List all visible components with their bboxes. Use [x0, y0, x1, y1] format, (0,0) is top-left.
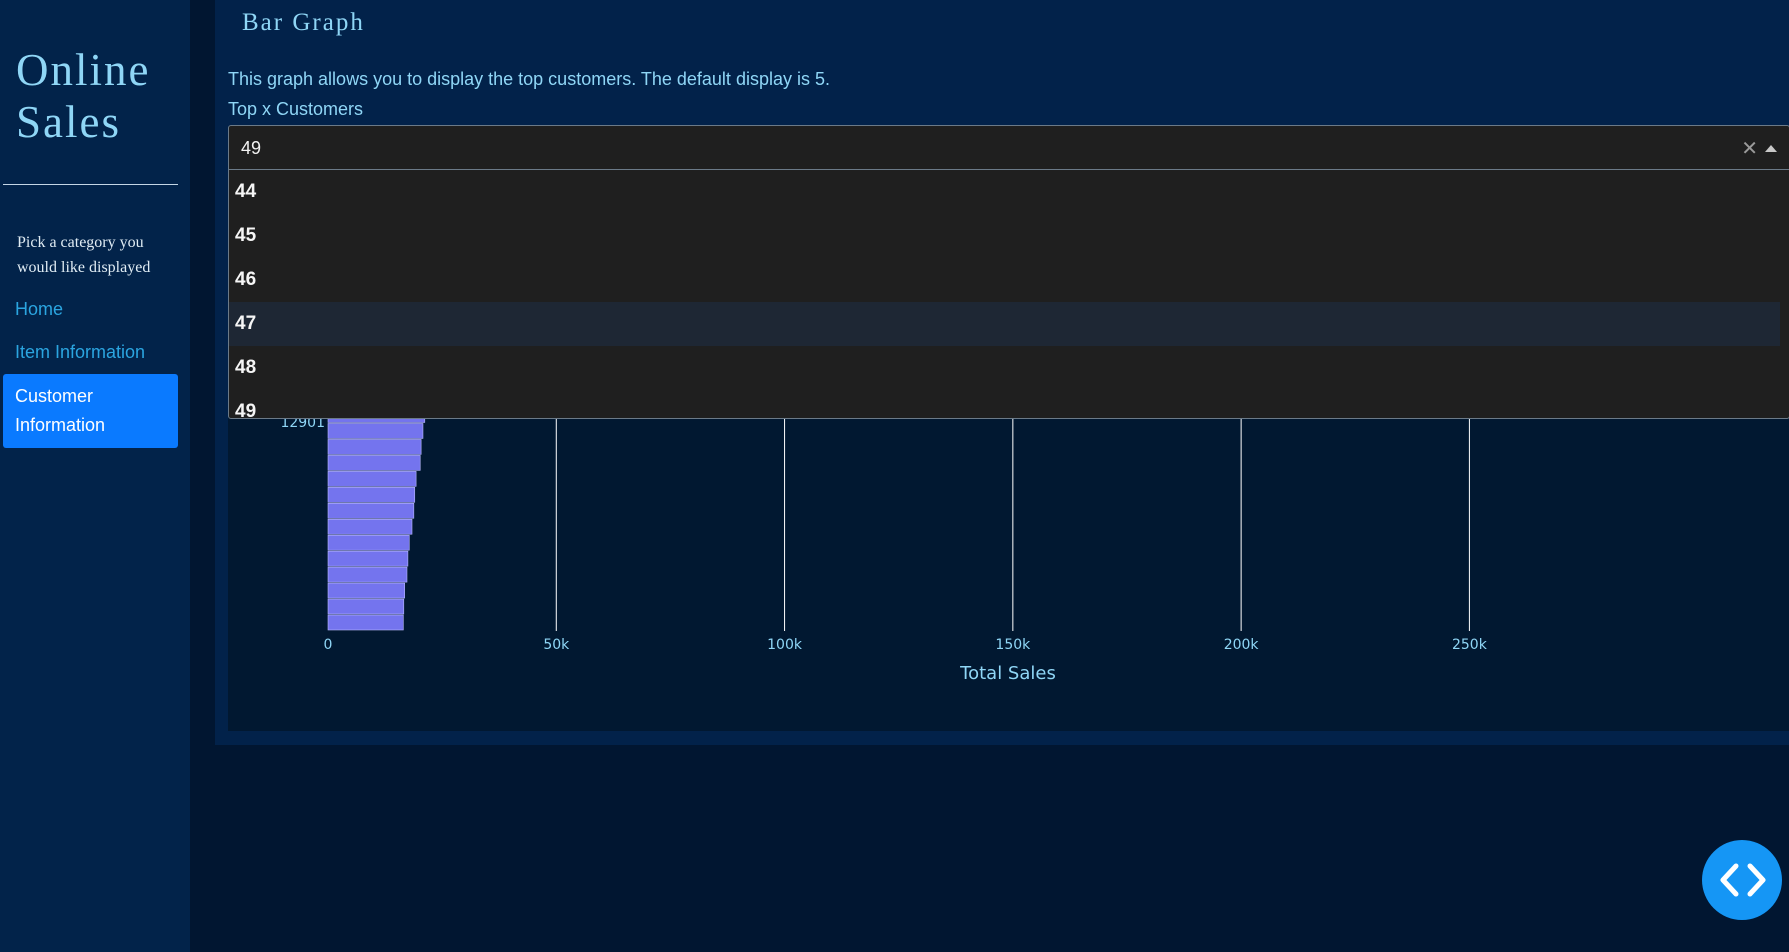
bar: [327, 471, 417, 487]
x-tick-label: 150k: [995, 637, 1031, 653]
dropdown-selected-value[interactable]: 49: [241, 138, 261, 159]
bar: [327, 614, 404, 631]
dropdown-option[interactable]: 49: [229, 390, 1780, 417]
clear-icon[interactable]: ✕: [1741, 136, 1758, 161]
bar: [327, 598, 405, 615]
bar: [327, 439, 422, 455]
bar: [327, 502, 415, 519]
x-tick-label: 50k: [543, 637, 570, 653]
nav-item-home[interactable]: Home: [3, 295, 178, 324]
dropdown-arrow-up-icon[interactable]: [1765, 145, 1777, 152]
dropdown-option[interactable]: 46: [229, 258, 1780, 302]
x-axis-title: Total Sales: [959, 663, 1056, 684]
sidebar-prompt: Pick a category you would like displayed: [17, 234, 151, 276]
dropdown-option[interactable]: 47: [229, 302, 1780, 346]
nav-item-customer-information[interactable]: Customer Information: [3, 374, 178, 448]
bar: [327, 518, 413, 535]
bar: [327, 455, 421, 471]
bar: [327, 423, 424, 439]
app-title: Online Sales: [16, 45, 151, 147]
bar: [327, 566, 408, 583]
x-tick-label: 0: [324, 637, 333, 653]
x-tick-label: 250k: [1452, 637, 1488, 653]
dropdown-menu: 44 45 46 47 48 49: [229, 170, 1789, 417]
bar: [327, 582, 406, 599]
graph-heading: Bar Graph: [242, 9, 365, 36]
dropdown-option[interactable]: 48: [229, 346, 1780, 390]
bar: [327, 550, 409, 567]
dropdown-option[interactable]: 44: [229, 170, 1780, 214]
dropdown-label: Top x Customers: [228, 99, 364, 119]
dropdown-control[interactable]: 49 ✕: [229, 126, 1789, 170]
nav-item-item-information[interactable]: Item Information: [3, 338, 178, 367]
sidebar-divider: [3, 184, 178, 185]
code-toggle-icon: [1720, 863, 1766, 897]
x-tick-label: 200k: [1224, 637, 1260, 653]
code-toggle-button[interactable]: [1702, 840, 1782, 920]
top-customers-dropdown[interactable]: 49 ✕ 44 45 46 47 48 49: [228, 125, 1789, 419]
sidebar: Online Sales Pick a category you would l…: [0, 0, 190, 952]
bar: [327, 487, 416, 503]
x-tick-label: 100k: [767, 637, 803, 653]
dropdown-option[interactable]: 45: [229, 214, 1780, 258]
graph-description: This graph allows you to display the top…: [228, 69, 830, 89]
bar: [327, 534, 410, 551]
